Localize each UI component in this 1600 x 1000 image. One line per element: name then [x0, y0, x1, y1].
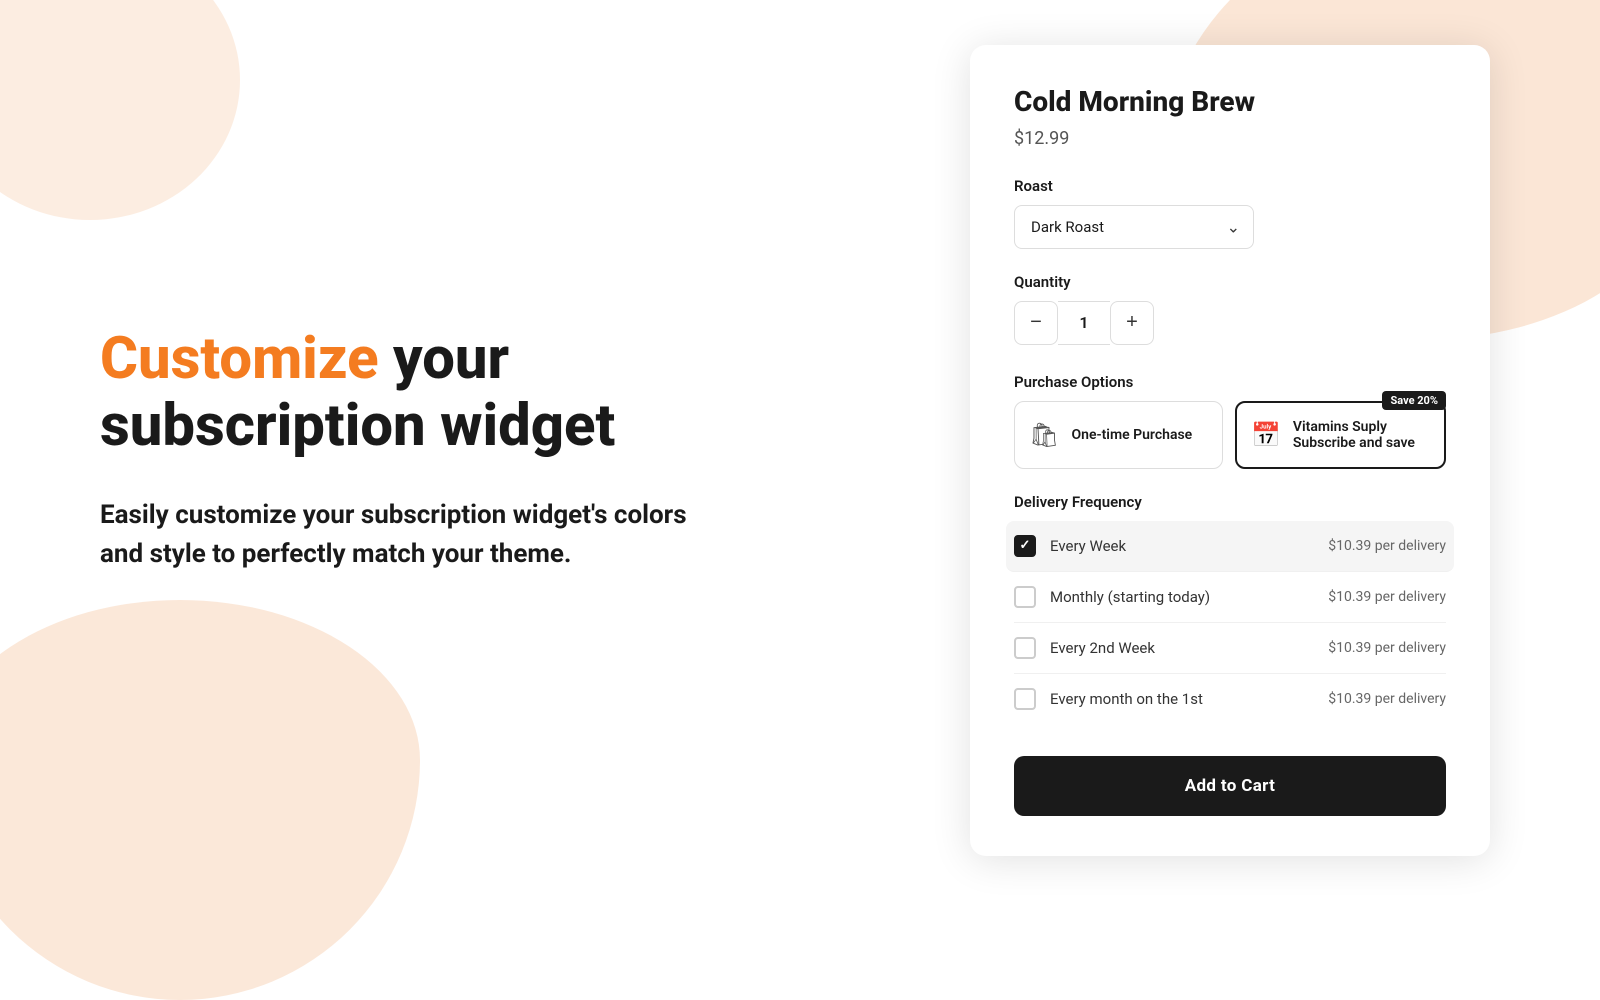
quantity-section: Quantity − 1 + — [1014, 273, 1446, 345]
delivery-option-label-every-month-1st: Every month on the 1st — [1050, 690, 1203, 708]
delivery-checkbox-every-2nd-week — [1014, 637, 1036, 659]
widget-card: Cold Morning Brew $12.99 Roast Light Roa… — [970, 45, 1490, 856]
product-price: $12.99 — [1014, 128, 1446, 149]
roast-label: Roast — [1014, 177, 1446, 195]
hero-subtitle: Easily customize your subscription widge… — [100, 496, 700, 574]
quantity-increase-button[interactable]: + — [1110, 301, 1154, 345]
subscribe-label: Vitamins Suply Subscribe and save — [1293, 419, 1430, 451]
purchase-options-section: Purchase Options 🛍 One-time Purchase Sav… — [1014, 373, 1446, 469]
shopping-bag-icon: 🛍 — [1029, 421, 1059, 449]
purchase-option-subscribe[interactable]: Save 20% 📅 Vitamins Suply Subscribe and … — [1235, 401, 1446, 469]
delivery-option-monthly[interactable]: Monthly (starting today) $10.39 per deli… — [1014, 572, 1446, 623]
delivery-option-label-monthly: Monthly (starting today) — [1050, 588, 1210, 606]
calendar-icon: 📅 — [1251, 421, 1281, 449]
hero-title-accent: Customize — [100, 325, 379, 393]
purchase-options-grid: 🛍 One-time Purchase Save 20% 📅 Vitamins … — [1014, 401, 1446, 469]
add-to-cart-button[interactable]: Add to Cart — [1014, 756, 1446, 816]
delivery-option-every-2nd-week[interactable]: Every 2nd Week $10.39 per delivery — [1014, 623, 1446, 674]
delivery-option-price-every-2nd-week: $10.39 per delivery — [1328, 640, 1446, 656]
product-title: Cold Morning Brew — [1014, 85, 1446, 118]
delivery-option-every-month-1st[interactable]: Every month on the 1st $10.39 per delive… — [1014, 674, 1446, 724]
delivery-option-price-every-week: $10.39 per delivery — [1328, 538, 1446, 554]
delivery-checkbox-every-week: ✓ — [1014, 535, 1036, 557]
purchase-options-label: Purchase Options — [1014, 373, 1446, 391]
delivery-option-row-every-month-1st: Every month on the 1st $10.39 per delive… — [1050, 690, 1446, 708]
delivery-option-price-monthly: $10.39 per delivery — [1328, 589, 1446, 605]
checkmark-icon: ✓ — [1020, 538, 1031, 553]
delivery-section: Delivery Frequency ✓ Every Week $10.39 p… — [1014, 493, 1446, 724]
roast-select[interactable]: Light Roast Medium Roast Dark Roast Espr… — [1014, 205, 1254, 249]
quantity-value: 1 — [1058, 301, 1110, 345]
save-badge: Save 20% — [1382, 391, 1446, 410]
hero-title: Customize yoursubscription widget — [100, 326, 760, 459]
delivery-option-row-monthly: Monthly (starting today) $10.39 per deli… — [1050, 588, 1446, 606]
delivery-checkbox-every-month-1st — [1014, 688, 1036, 710]
delivery-option-label-every-2nd-week: Every 2nd Week — [1050, 639, 1155, 657]
quantity-label: Quantity — [1014, 273, 1446, 291]
one-time-label: One-time Purchase — [1071, 427, 1192, 443]
delivery-option-every-week[interactable]: ✓ Every Week $10.39 per delivery — [1006, 521, 1454, 572]
quantity-decrease-button[interactable]: − — [1014, 301, 1058, 345]
page-container: Customize yoursubscription widget Easily… — [0, 0, 1600, 900]
quantity-control: − 1 + — [1014, 301, 1446, 345]
delivery-option-row-every-2nd-week: Every 2nd Week $10.39 per delivery — [1050, 639, 1446, 657]
delivery-option-row: Every Week $10.39 per delivery — [1050, 537, 1446, 555]
roast-section: Roast Light Roast Medium Roast Dark Roas… — [1014, 177, 1446, 249]
roast-select-wrapper: Light Roast Medium Roast Dark Roast Espr… — [1014, 205, 1254, 249]
delivery-option-price-every-month-1st: $10.39 per delivery — [1328, 691, 1446, 707]
left-panel: Customize yoursubscription widget Easily… — [0, 0, 860, 900]
purchase-option-one-time[interactable]: 🛍 One-time Purchase — [1014, 401, 1223, 469]
delivery-option-label-every-week: Every Week — [1050, 537, 1126, 555]
delivery-label: Delivery Frequency — [1014, 493, 1446, 511]
right-panel: Cold Morning Brew $12.99 Roast Light Roa… — [860, 0, 1600, 900]
delivery-checkbox-monthly — [1014, 586, 1036, 608]
